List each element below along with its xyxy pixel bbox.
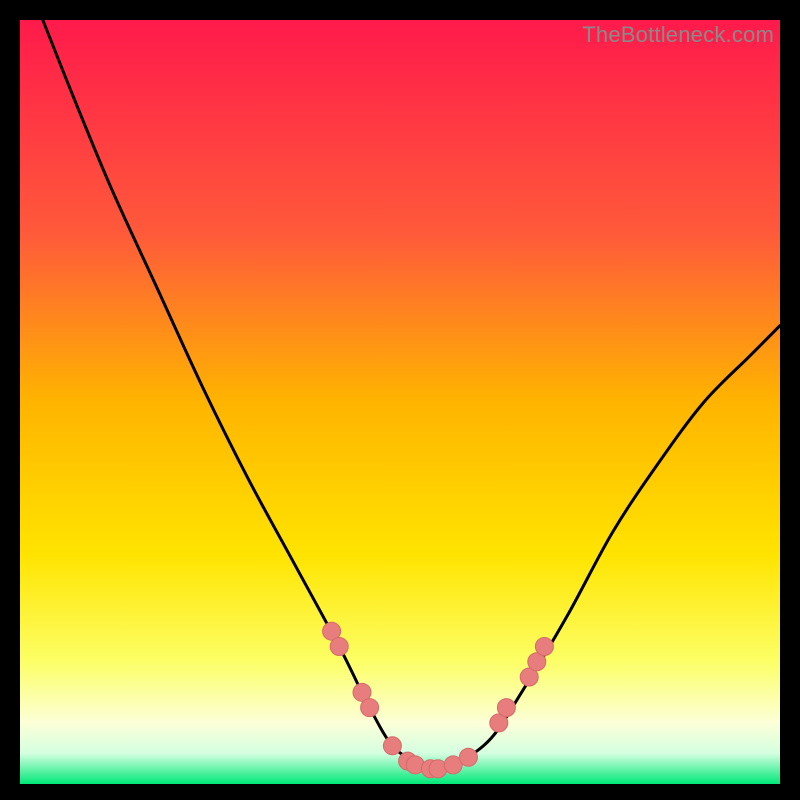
data-marker	[361, 699, 379, 717]
gradient-background	[20, 20, 780, 784]
data-marker	[459, 748, 477, 766]
data-marker	[535, 637, 553, 655]
bottleneck-chart	[20, 20, 780, 784]
chart-frame: TheBottleneck.com	[20, 20, 780, 784]
data-marker	[330, 637, 348, 655]
data-marker	[383, 737, 401, 755]
watermark-label: TheBottleneck.com	[582, 22, 774, 48]
data-marker	[497, 699, 515, 717]
